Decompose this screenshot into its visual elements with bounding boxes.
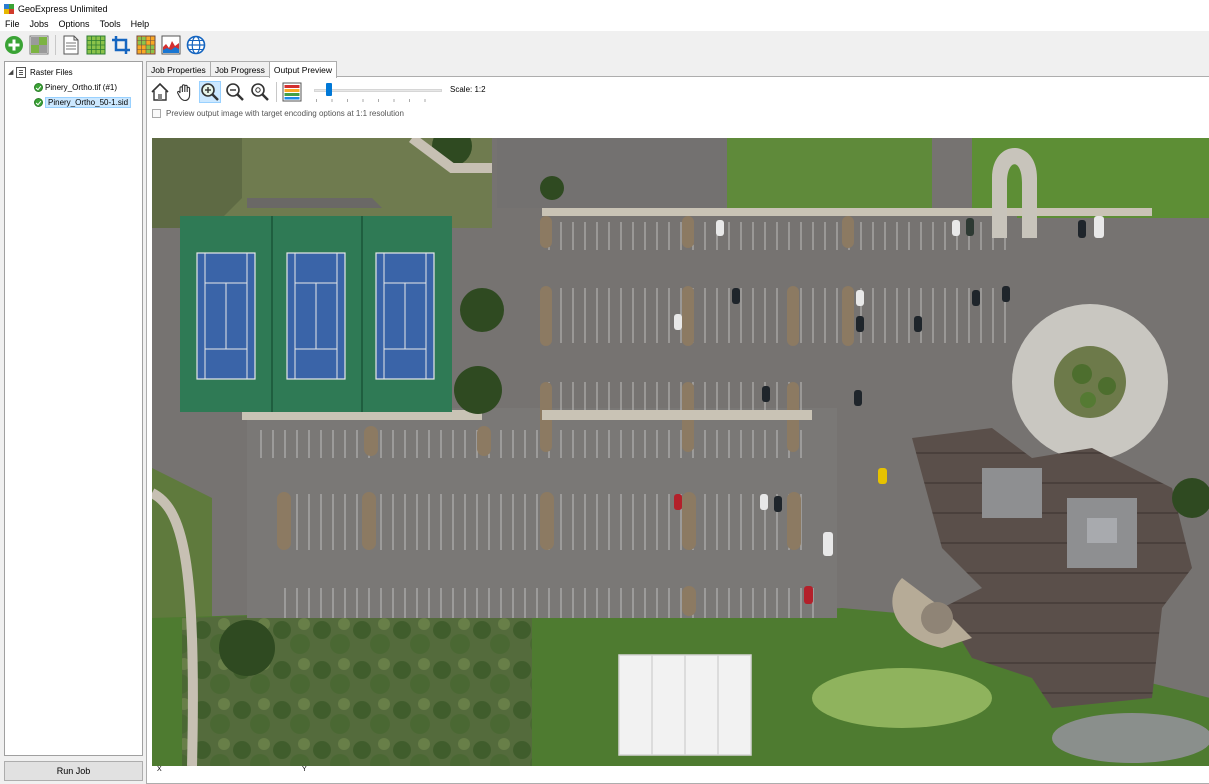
add-icon (5, 36, 23, 54)
zoom-in-icon (201, 83, 219, 101)
preview-checkbox[interactable] (152, 109, 161, 118)
collapse-icon[interactable]: ◢ (8, 68, 16, 76)
globe-button[interactable] (185, 34, 207, 56)
menu-bar: File Jobs Options Tools Help (0, 17, 1209, 31)
file-list-icon (16, 66, 26, 78)
tab-job-properties[interactable]: Job Properties (146, 61, 211, 77)
aerial-ortho-image (152, 138, 1209, 766)
crop-icon (112, 36, 130, 54)
window-title: GeoExpress Unlimited (18, 3, 108, 14)
tab-output-preview[interactable]: Output Preview (268, 61, 338, 78)
mosaic-icon (29, 35, 49, 55)
add-button[interactable] (3, 34, 25, 56)
tree-item[interactable]: Pinery_Ortho.tif (#1) (34, 80, 117, 94)
preview-toolbar (149, 80, 306, 104)
tree-item-selected[interactable]: Pinery_Ortho_50-1.sid (34, 95, 132, 109)
status-ok-icon (34, 82, 43, 92)
output-preview-pane: Scale: 1:2 Preview output image with tar… (146, 76, 1209, 784)
menu-help[interactable]: Help (126, 19, 155, 29)
slider-track (314, 89, 442, 92)
output-preview-image[interactable] (152, 138, 1209, 766)
raster-files-tree: ◢ Raster Files Pinery_Ortho.tif (#1) Pin… (4, 61, 143, 756)
axis-y-label: Y (302, 766, 307, 773)
zoom-fit-icon (251, 83, 269, 101)
preview-checkbox-label: Preview output image with target encodin… (166, 109, 404, 118)
crop-button[interactable] (110, 34, 132, 56)
bands-icon (282, 82, 302, 102)
tab-bar: Job Properties Job Progress Output Previ… (146, 61, 338, 78)
preview-option[interactable]: Preview output image with target encodin… (152, 109, 404, 118)
menu-options[interactable]: Options (54, 19, 95, 29)
scale-slider[interactable] (314, 83, 444, 103)
menu-jobs[interactable]: Jobs (25, 19, 54, 29)
slider-ticks (316, 99, 440, 102)
zoom-fit-button[interactable] (249, 81, 271, 103)
color-grid-button[interactable] (135, 34, 157, 56)
bands-button[interactable] (281, 81, 303, 103)
home-button[interactable] (149, 81, 171, 103)
job-panel: Job Properties Job Progress Output Previ… (146, 61, 1209, 784)
grid-icon (86, 35, 106, 55)
menu-file[interactable]: File (0, 19, 25, 29)
color-grid-icon (136, 35, 156, 55)
zoom-in-button[interactable] (199, 81, 221, 103)
tree-item-label: Pinery_Ortho.tif (#1) (45, 82, 118, 92)
app-logo-icon (4, 3, 14, 14)
zoom-out-icon (226, 83, 244, 101)
title-bar: GeoExpress Unlimited (0, 0, 1209, 17)
menu-tools[interactable]: Tools (95, 19, 126, 29)
toolbar-separator (55, 35, 56, 55)
run-job-button[interactable]: Run Job (4, 761, 143, 781)
slider-thumb[interactable] (326, 83, 333, 96)
grid-button[interactable] (85, 34, 107, 56)
tree-item-label: Pinery_Ortho_50-1.sid (45, 96, 132, 108)
document-icon (63, 35, 79, 55)
scale-label: Scale: 1:2 (450, 85, 486, 94)
tab-job-progress[interactable]: Job Progress (209, 61, 270, 77)
toolbar-separator (276, 82, 277, 102)
globe-icon (186, 35, 206, 55)
pan-hand-icon (177, 84, 191, 102)
document-button[interactable] (60, 34, 82, 56)
tree-root[interactable]: ◢ Raster Files (8, 65, 73, 79)
tree-root-label: Raster Files (30, 67, 73, 77)
home-icon (151, 82, 169, 101)
axis-x-label: X (157, 766, 162, 773)
histogram-button[interactable] (160, 34, 182, 56)
status-ok-icon (34, 97, 43, 107)
main-toolbar (0, 31, 1209, 59)
zoom-out-button[interactable] (224, 81, 246, 103)
mosaic-button[interactable] (28, 34, 50, 56)
histogram-icon (161, 35, 181, 55)
pan-button[interactable] (174, 81, 196, 103)
